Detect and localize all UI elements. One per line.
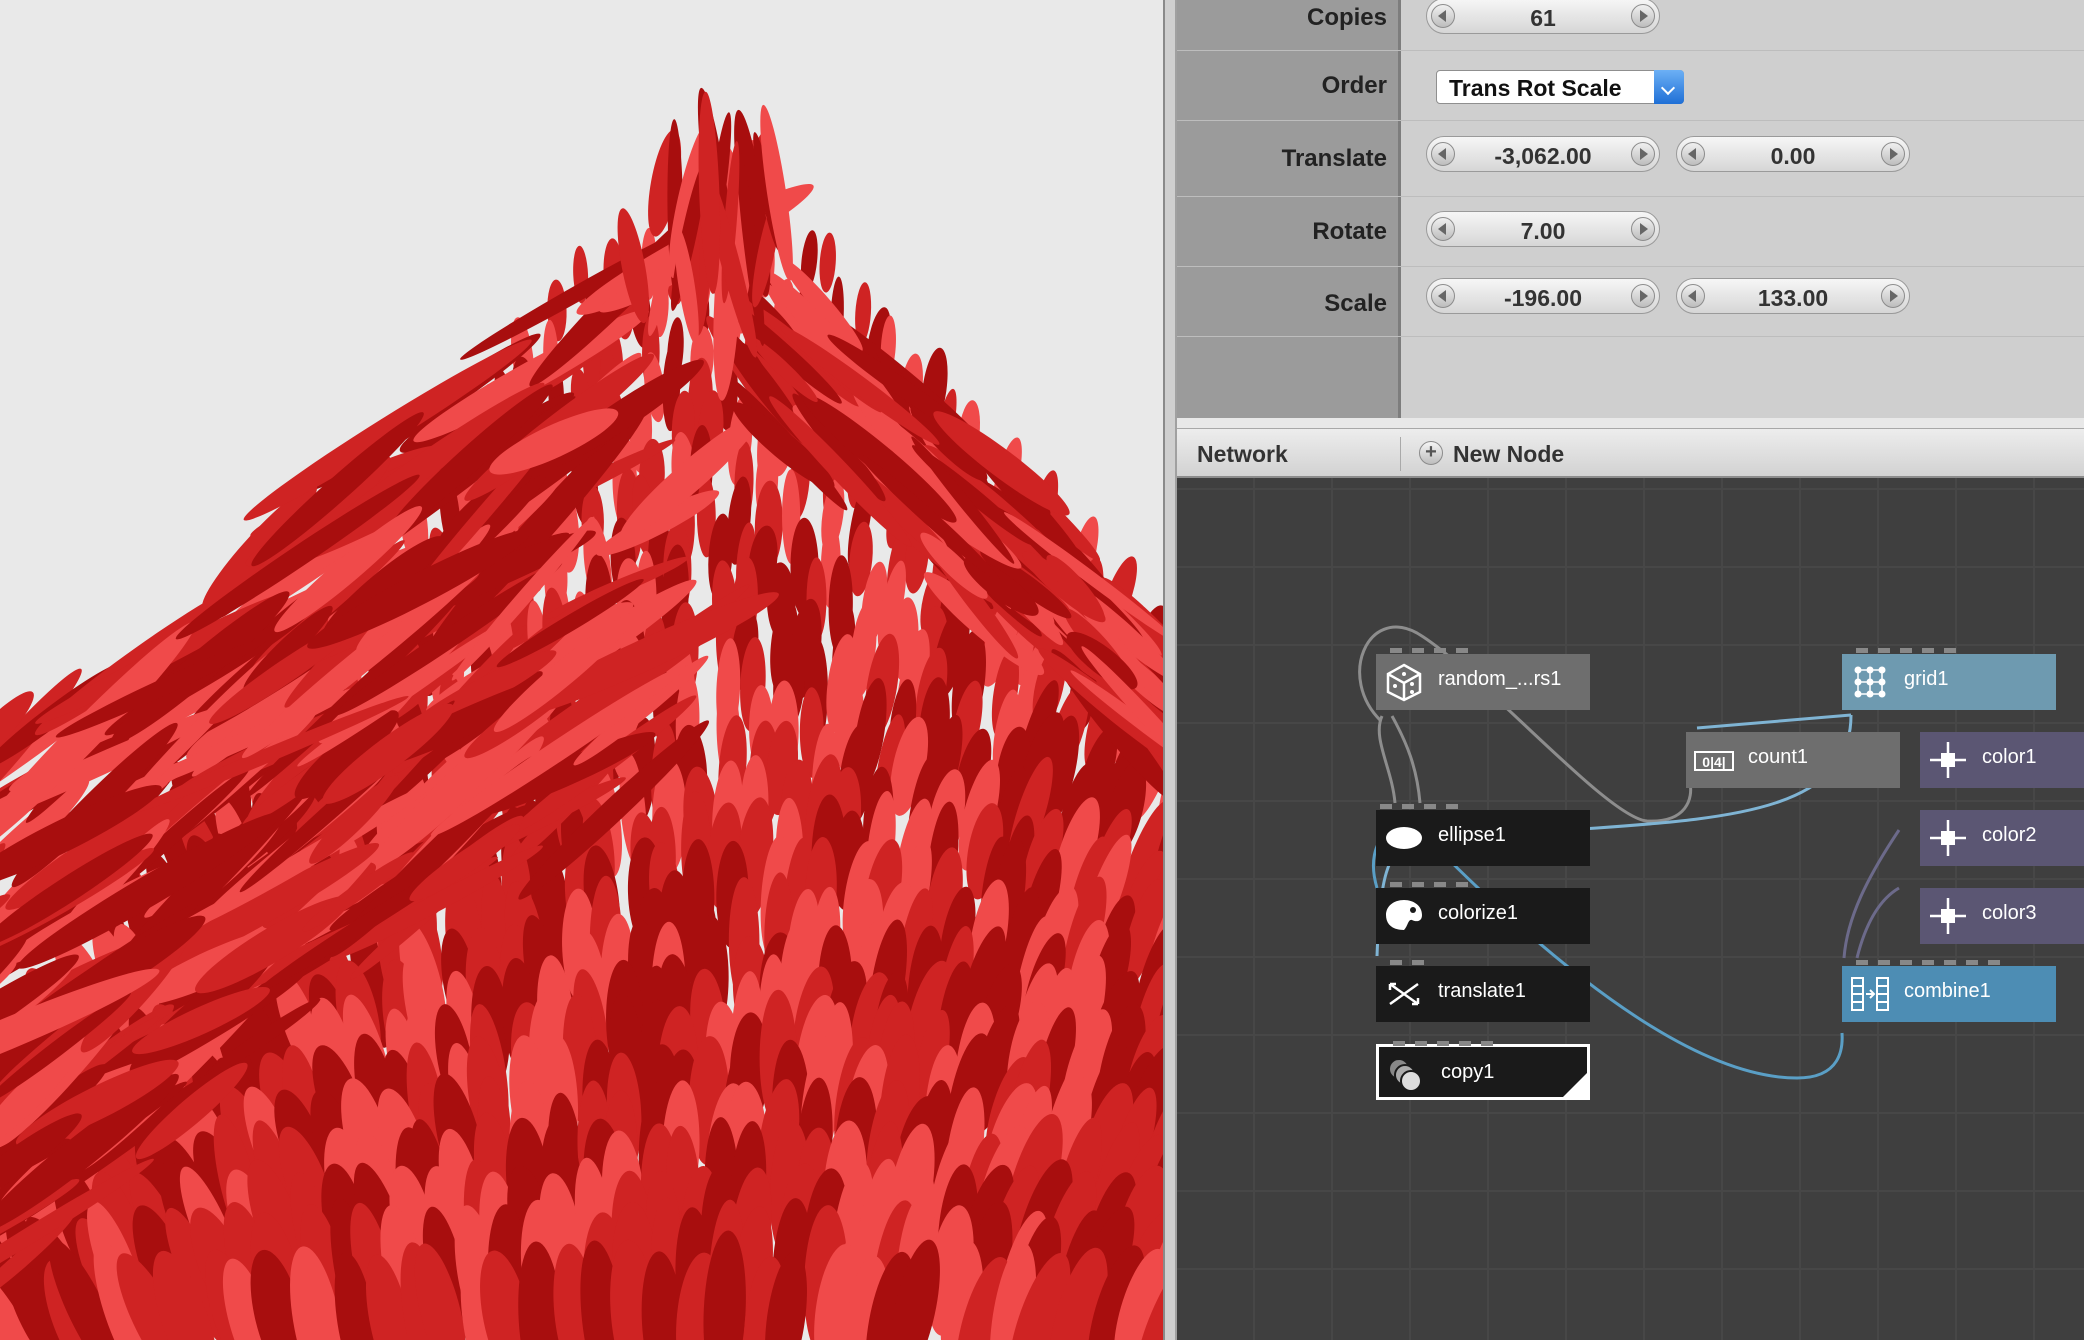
node-input-ports[interactable]	[1842, 648, 2056, 654]
move-arrows-icon	[1388, 982, 1420, 1006]
node-ellipse[interactable]: ellipse1	[1376, 804, 1590, 866]
param-row-rotate: Rotate 7.00	[1177, 196, 2084, 267]
node-color1[interactable]: color1	[1920, 732, 2084, 788]
increment-arrow-icon[interactable]	[1631, 284, 1655, 308]
param-row-scale: Scale -196.00 133.00	[1177, 266, 2084, 337]
color-picker-icon	[1930, 898, 1966, 934]
node-copy[interactable]: copy1	[1376, 1041, 1590, 1100]
order-select[interactable]: Trans Rot Scale	[1436, 70, 1684, 104]
increment-arrow-icon[interactable]	[1631, 217, 1655, 241]
decrement-arrow-icon[interactable]	[1431, 284, 1455, 308]
combine-lists-icon	[1851, 977, 1889, 1011]
parameters-panel: Copies 61 Order Translate -3,062.00 0.00…	[1177, 0, 2084, 418]
node-count[interactable]: 0|4| count1	[1686, 732, 1900, 788]
color-picker-icon	[1930, 820, 1966, 856]
network-header: Network + New Node	[1177, 428, 2084, 478]
node-colorize[interactable]: colorize1	[1376, 882, 1590, 944]
network-title: Network	[1197, 441, 1288, 467]
scale-x-field[interactable]: -196.00	[1426, 278, 1660, 314]
param-label-scale: Scale	[1324, 290, 1387, 317]
decrement-arrow-icon[interactable]	[1681, 284, 1705, 308]
node-label: ellipse1	[1438, 824, 1506, 846]
node-translate[interactable]: translate1	[1376, 960, 1590, 1022]
param-label-translate: Translate	[1281, 145, 1387, 172]
decrement-arrow-icon[interactable]	[1681, 142, 1705, 166]
node-input-ports[interactable]	[1376, 882, 1590, 888]
scale-y-field[interactable]: 133.00	[1676, 278, 1910, 314]
palette-icon	[1386, 900, 1422, 930]
node-input-ports[interactable]	[1376, 648, 1590, 654]
render-canvas	[0, 87, 1163, 1340]
node-random-colors[interactable]: random_...rs1	[1376, 648, 1590, 710]
decrement-arrow-icon[interactable]	[1431, 4, 1455, 28]
connection-wire	[1377, 715, 1397, 804]
node-label: color2	[1982, 824, 2037, 846]
node-color3[interactable]: color3	[1920, 888, 2084, 944]
plus-icon[interactable]: +	[1419, 441, 1443, 465]
param-label-rotate: Rotate	[1312, 218, 1387, 245]
panel-splitter[interactable]	[1163, 0, 1177, 1340]
ellipse-icon	[1386, 827, 1422, 849]
copies-number-field[interactable]: 61	[1426, 0, 1660, 34]
rotate-field[interactable]: 7.00	[1426, 211, 1660, 247]
node-label: copy1	[1441, 1061, 1495, 1083]
copies-value[interactable]: 61	[1457, 5, 1629, 32]
node-label: count1	[1748, 746, 1809, 768]
connection-wire	[1696, 713, 1852, 730]
node-label: random_...rs1	[1438, 668, 1562, 690]
node-input-ports[interactable]	[1376, 960, 1590, 966]
translate-x-field[interactable]: -3,062.00	[1426, 136, 1660, 172]
order-select-value[interactable]: Trans Rot Scale	[1449, 75, 1622, 102]
rotate-value[interactable]: 7.00	[1457, 218, 1629, 245]
node-input-ports[interactable]	[1379, 1041, 1587, 1047]
dice-icon	[1386, 663, 1422, 702]
copy-circles-icon	[1388, 1058, 1422, 1092]
node-label: color3	[1982, 902, 2037, 924]
node-label: color1	[1982, 746, 2037, 768]
increment-arrow-icon[interactable]	[1881, 284, 1905, 308]
node-input-ports[interactable]	[1842, 960, 2056, 966]
network-canvas[interactable]: random_...rs1 ellipse1 colorize1 transla…	[1177, 478, 2084, 1340]
node-color2[interactable]: color2	[1920, 810, 2084, 866]
node-label: colorize1	[1438, 902, 1519, 924]
connection-wire	[1855, 886, 1900, 959]
increment-arrow-icon[interactable]	[1881, 142, 1905, 166]
node-combine[interactable]: combine1	[1842, 960, 2056, 1022]
translate-y-value[interactable]: 0.00	[1707, 143, 1879, 170]
param-label-copies: Copies	[1306, 4, 1387, 31]
translate-x-value[interactable]: -3,062.00	[1457, 143, 1629, 170]
decrement-arrow-icon[interactable]	[1431, 217, 1455, 241]
header-divider	[1400, 437, 1401, 471]
decrement-arrow-icon[interactable]	[1431, 142, 1455, 166]
node-grid[interactable]: grid1	[1842, 648, 2056, 710]
scale-y-value[interactable]: 133.00	[1707, 285, 1879, 312]
node-input-ports[interactable]	[1376, 804, 1590, 810]
param-row-translate: Translate -3,062.00 0.00	[1177, 120, 2084, 197]
color-picker-icon	[1930, 742, 1966, 778]
grid-icon	[1854, 666, 1886, 698]
node-label: grid1	[1904, 668, 1949, 690]
new-node-label[interactable]: New Node	[1453, 441, 1564, 468]
translate-y-field[interactable]: 0.00	[1676, 136, 1910, 172]
render-viewport[interactable]	[0, 0, 1163, 1340]
connection-wire	[1390, 715, 1422, 804]
scale-x-value[interactable]: -196.00	[1457, 285, 1629, 312]
chevron-down-icon[interactable]	[1654, 70, 1684, 104]
param-label-order: Order	[1321, 72, 1387, 99]
increment-arrow-icon[interactable]	[1631, 142, 1655, 166]
node-label: combine1	[1904, 980, 1991, 1002]
param-row-copies: Copies 61	[1177, 0, 2084, 51]
increment-arrow-icon[interactable]	[1631, 4, 1655, 28]
node-label: translate1	[1438, 980, 1526, 1002]
counter-icon-text: 0|4|	[1702, 754, 1725, 770]
counter-icon: 0|4|	[1694, 751, 1734, 771]
